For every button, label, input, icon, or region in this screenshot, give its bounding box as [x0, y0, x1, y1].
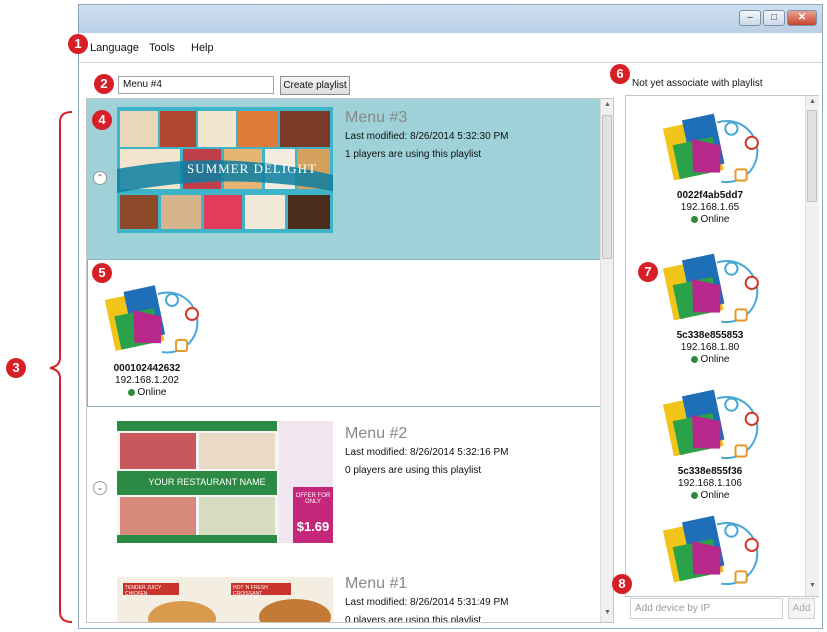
- menu-tools[interactable]: Tools: [149, 42, 175, 54]
- callout-7: 7: [638, 262, 658, 282]
- playlist-modified: Last modified: 8/26/2014 5:32:30 PM: [345, 131, 509, 142]
- device-logo-icon: [662, 253, 759, 324]
- device-ip: 192.168.1.106: [678, 478, 742, 489]
- playlist-thumbnail: TENDER JUICY CHICKEN HOT 'N FRESH CROISS…: [117, 577, 333, 622]
- online-dot-icon: [127, 389, 135, 396]
- thumbnail-label: TENDER JUICY CHICKEN: [125, 585, 162, 597]
- close-button[interactable]: ✕: [787, 10, 817, 26]
- device-status: Online: [640, 354, 780, 365]
- device-status-label: Online: [700, 214, 730, 225]
- device-status: Online: [640, 490, 780, 501]
- playlist-title: Menu #1: [345, 575, 408, 592]
- menu-language[interactable]: Language: [90, 42, 139, 54]
- menu-help[interactable]: Help: [191, 42, 214, 54]
- online-dot-icon: [690, 216, 698, 223]
- list-bracket: [49, 111, 73, 623]
- callout-1: 1: [68, 34, 88, 54]
- assigned-devices-panel: 000102442632 192.168.1.202 Online: [87, 259, 601, 407]
- callout-3: 3: [6, 358, 26, 378]
- playlist-title: Menu #2: [345, 425, 408, 442]
- unassigned-devices-panel: 0022f4ab5dd7 192.168.1.65 Online 5c338e8…: [625, 95, 819, 597]
- playlist-players: 0 players are using this playlist: [345, 465, 482, 476]
- device-logo-icon: [662, 113, 759, 184]
- playlist-players: 1 players are using this playlist: [345, 149, 482, 160]
- device-status-label: Online: [137, 387, 167, 398]
- device-id: 5c338e855853: [676, 330, 744, 341]
- device-ip: 192.168.1.80: [680, 342, 740, 353]
- playlist-thumbnail: SUMMER DELIGHT: [117, 107, 333, 233]
- device-logo-icon: [104, 285, 199, 354]
- online-dot-icon: [690, 492, 698, 499]
- thumbnail-offer: OFFER FOR ONLY: [295, 493, 331, 505]
- callout-5: 5: [92, 263, 112, 283]
- callout-8: 8: [612, 574, 632, 594]
- online-dot-icon: [690, 356, 698, 363]
- collapse-icon[interactable]: ⌃: [93, 171, 107, 185]
- device-logo-icon: [662, 515, 759, 586]
- thumbnail-caption: YOUR RESTAURANT NAME: [148, 477, 266, 487]
- thumbnail-price: $1.69: [296, 519, 330, 534]
- minimize-button[interactable]: –: [739, 10, 761, 26]
- thumbnail-caption: SUMMER DELIGHT: [187, 161, 317, 176]
- callout-6: 6: [610, 64, 630, 84]
- callout-2: 2: [94, 74, 114, 94]
- maximize-button[interactable]: □: [763, 10, 785, 26]
- menu-bar: Language Tools Help: [79, 33, 822, 63]
- unassigned-heading: Not yet associate with playlist: [632, 78, 763, 89]
- playlist-modified: Last modified: 8/26/2014 5:31:49 PM: [345, 597, 509, 608]
- device-id: 000102442632: [113, 363, 181, 374]
- callout-4: 4: [92, 110, 112, 130]
- thumbnail-label: HOT 'N FRESH CROISSANT: [233, 585, 268, 597]
- playlist-thumbnail: YOUR RESTAURANT NAME OFFER FOR ONLY $1.6…: [117, 421, 333, 543]
- playlist-modified: Last modified: 8/26/2014 5:32:16 PM: [345, 447, 509, 458]
- device-logo-icon: [662, 389, 759, 460]
- playlist-scrollbar[interactable]: ▲ ▼: [600, 99, 613, 622]
- playlist-item[interactable]: TENDER JUICY CHICKEN HOT 'N FRESH CROISS…: [87, 569, 601, 623]
- device-status-label: Online: [700, 490, 730, 501]
- device-tile[interactable]: [92, 282, 202, 362]
- device-id: 5c338e855f36: [677, 466, 743, 477]
- playlist-name-input[interactable]: Menu #4: [118, 76, 274, 94]
- scroll-down-icon[interactable]: ▼: [604, 609, 611, 616]
- add-device-ip-input[interactable]: Add device by IP: [630, 598, 783, 619]
- create-playlist-button[interactable]: Create playlist: [280, 76, 350, 95]
- scroll-up-icon[interactable]: ▲: [604, 101, 611, 108]
- device-status: Online: [640, 214, 780, 225]
- device-scrollbar[interactable]: ▲ ▼: [805, 96, 819, 596]
- playlist-list: ⌃ SUMMER DELIGHT Menu #3 Last modified: …: [86, 98, 614, 623]
- device-status: Online: [92, 387, 202, 398]
- playlist-item-selected[interactable]: ⌃ SUMMER DELIGHT Menu #3 Last modified: …: [87, 99, 601, 259]
- scroll-down-icon[interactable]: ▼: [809, 582, 816, 589]
- device-ip: 192.168.1.202: [115, 375, 179, 386]
- scroll-up-icon[interactable]: ▲: [809, 98, 816, 105]
- playlist-item[interactable]: ⌄ YOUR RESTAURANT NAME OFFER FOR ONLY $1…: [87, 409, 601, 559]
- title-bar: – □ ✕: [79, 5, 822, 33]
- expand-icon[interactable]: ⌄: [93, 481, 107, 495]
- add-device-button[interactable]: Add: [788, 598, 815, 619]
- device-ip: 192.168.1.65: [680, 202, 740, 213]
- device-id: 0022f4ab5dd7: [676, 190, 744, 201]
- scroll-thumb[interactable]: [807, 110, 817, 202]
- playlist-players: 0 players are using this playlist: [345, 615, 482, 623]
- device-status-label: Online: [700, 354, 730, 365]
- playlist-title: Menu #3: [345, 109, 408, 126]
- scroll-thumb[interactable]: [602, 115, 612, 259]
